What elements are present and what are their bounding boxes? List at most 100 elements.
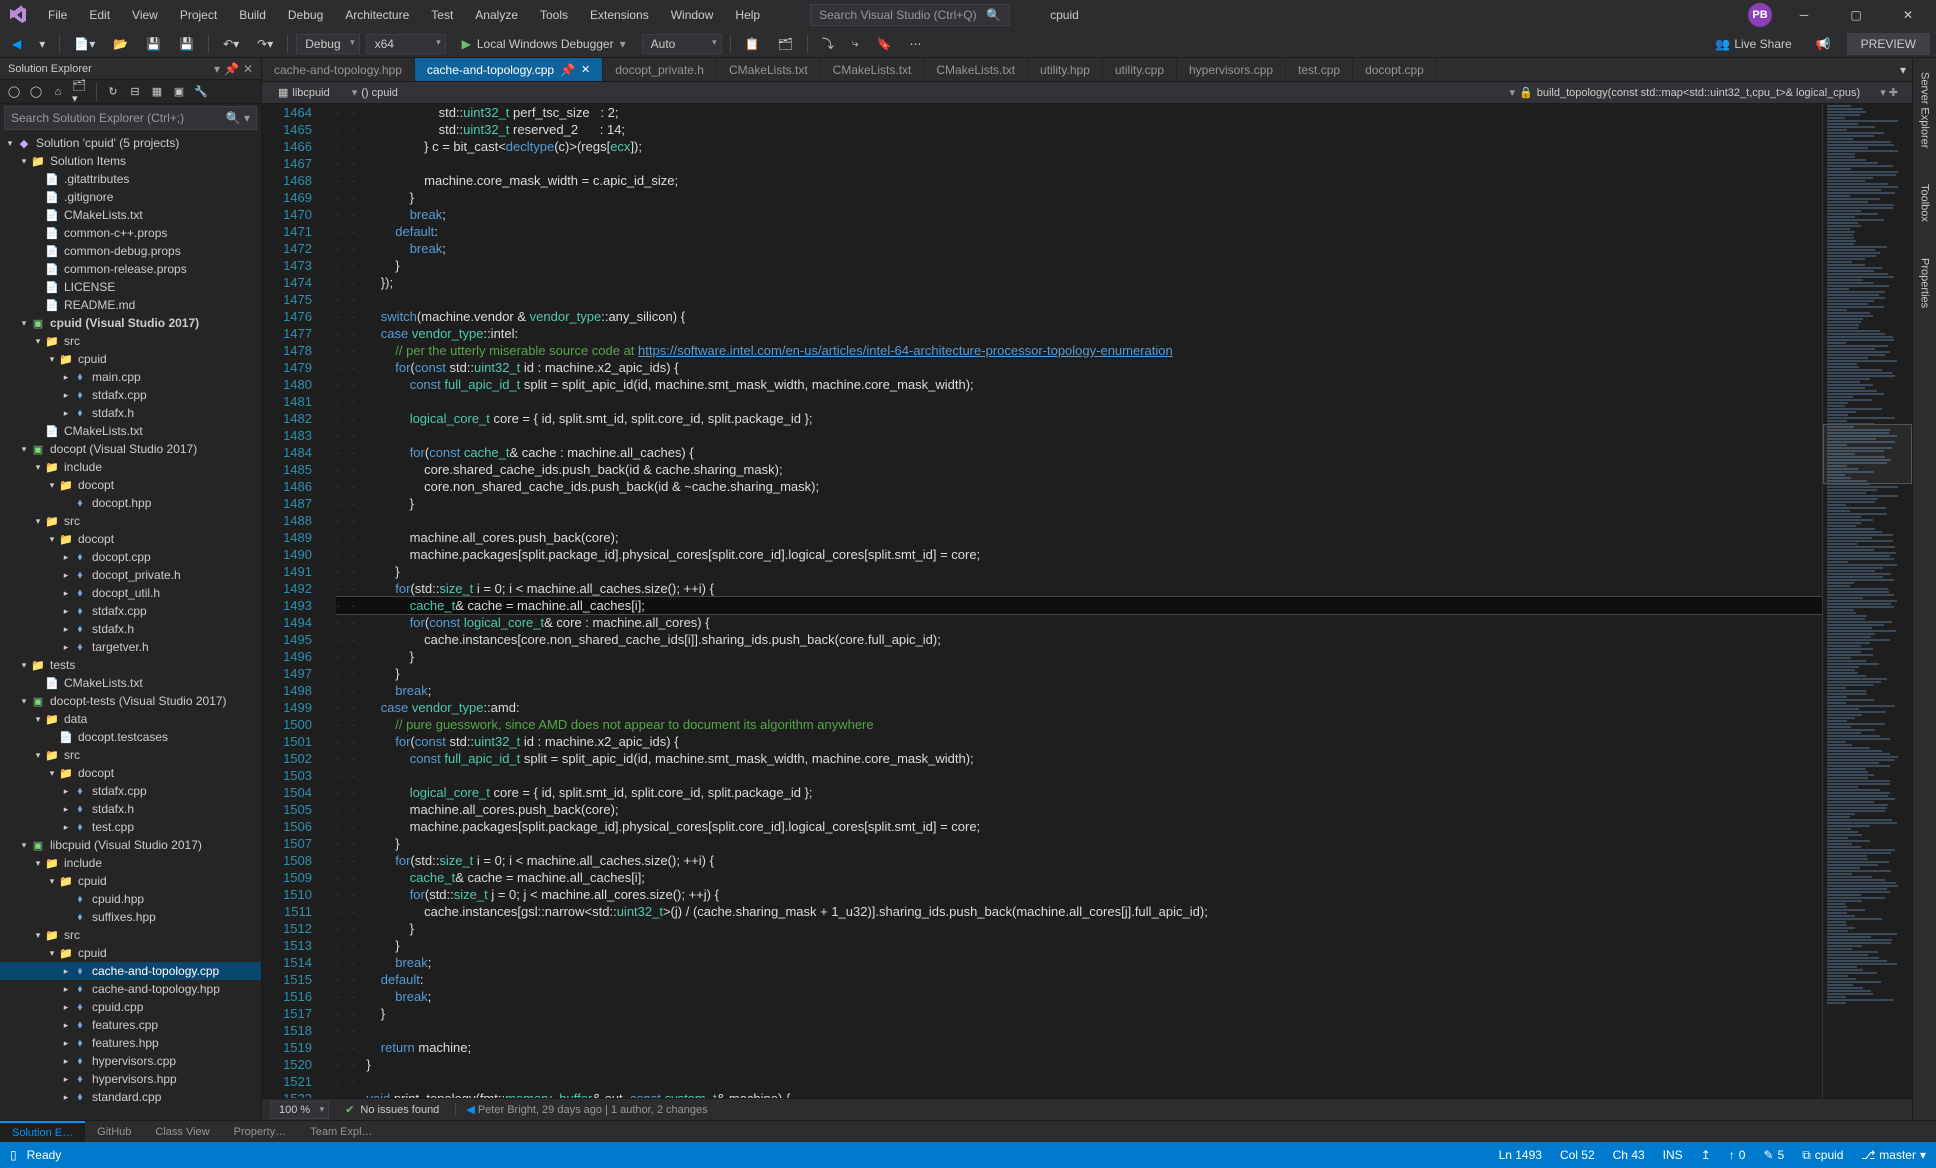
expand-icon[interactable]: ▾ (32, 462, 44, 473)
open-button[interactable]: 📂 (107, 35, 134, 53)
tree-item[interactable]: 📄common-release.props (0, 260, 261, 278)
tree-item[interactable]: ▾📁src (0, 926, 261, 944)
tree-item[interactable]: ▸⬧stdafx.cpp (0, 782, 261, 800)
status-pending[interactable]: ✎ 5 (1763, 1148, 1784, 1162)
expand-icon[interactable]: ▸ (60, 588, 72, 599)
tree-item[interactable]: ▾📁include (0, 458, 261, 476)
breadcrumb-scope[interactable]: ▾ () cpuid (344, 86, 406, 99)
status-ch[interactable]: Ch 43 (1613, 1148, 1645, 1162)
git-blame-info[interactable]: ◀ Peter Bright, 29 days ago | 1 author, … (455, 1103, 707, 1116)
debug-target-dropdown[interactable]: Auto (642, 34, 722, 54)
new-project-button[interactable]: 📄▾ (68, 35, 101, 53)
status-repo[interactable]: ⧉ cpuid (1802, 1148, 1843, 1163)
tree-item[interactable]: ▸⬧standard.cpp (0, 1088, 261, 1106)
tree-item[interactable]: ▾📁include (0, 854, 261, 872)
editor-tab[interactable]: docopt_private.h (603, 58, 717, 81)
tree-item[interactable]: ▸⬧docopt.cpp (0, 548, 261, 566)
expand-icon[interactable]: ▾ (46, 354, 58, 365)
tree-item[interactable]: 📄.gitignore (0, 188, 261, 206)
tree-item[interactable]: ▸⬧hypervisors.cpp (0, 1052, 261, 1070)
bottom-tab[interactable]: Class View (143, 1121, 221, 1142)
expand-icon[interactable]: ▾ (32, 750, 44, 761)
editor-tab[interactable]: hypervisors.cpp (1177, 58, 1286, 81)
tree-item[interactable]: ▸⬧stdafx.h (0, 620, 261, 638)
tb-icon-2[interactable]: 🗂 (772, 35, 799, 53)
tree-item[interactable]: 📄CMakeLists.txt (0, 206, 261, 224)
expand-icon[interactable]: ▾ (18, 444, 30, 455)
dock-tab-properties[interactable]: Properties (1917, 250, 1933, 316)
zoom-dropdown[interactable]: 100 % (270, 1101, 329, 1119)
tree-item[interactable]: ▸⬧docopt_util.h (0, 584, 261, 602)
expand-icon[interactable]: ▸ (60, 966, 72, 977)
issues-indicator[interactable]: ✔ No issues found (345, 1103, 439, 1116)
minimize-button[interactable]: ─ (1784, 1, 1824, 29)
status-ins[interactable]: INS (1663, 1148, 1683, 1162)
menu-edit[interactable]: Edit (79, 4, 120, 26)
tree-item[interactable]: ▾▣docopt-tests (Visual Studio 2017) (0, 692, 261, 710)
config-dropdown[interactable]: Debug (296, 34, 359, 54)
tree-item[interactable]: ⬧cpuid.hpp (0, 890, 261, 908)
tree-item[interactable]: ▸⬧stdafx.cpp (0, 602, 261, 620)
expand-icon[interactable]: ▸ (60, 390, 72, 401)
tree-item[interactable]: 📄CMakeLists.txt (0, 674, 261, 692)
status-branch[interactable]: ⎇ master ▾ (1861, 1148, 1926, 1162)
se-collapse-icon[interactable]: ⊟ (127, 84, 143, 100)
expand-icon[interactable]: ▸ (60, 1038, 72, 1049)
tree-item[interactable]: 📄.gitattributes (0, 170, 261, 188)
editor-tab[interactable]: CMakeLists.txt (924, 58, 1028, 81)
bottom-tab[interactable]: Solution E… (0, 1121, 85, 1142)
tree-item[interactable]: ▾📁docopt (0, 764, 261, 782)
line-gutter[interactable]: 1464146514661467146814691470147114721473… (262, 104, 322, 1098)
tree-item[interactable]: ▸⬧features.cpp (0, 1016, 261, 1034)
expand-icon[interactable]: ▾ (18, 840, 30, 851)
expand-icon[interactable]: ▸ (60, 408, 72, 419)
expand-icon[interactable]: ▸ (60, 822, 72, 833)
tree-item[interactable]: ⬧docopt.hpp (0, 494, 261, 512)
menu-test[interactable]: Test (421, 4, 463, 26)
tree-item[interactable]: 📄common-c++.props (0, 224, 261, 242)
expand-icon[interactable]: ▾ (18, 156, 30, 167)
tree-item[interactable]: ▸⬧stdafx.h (0, 800, 261, 818)
menu-project[interactable]: Project (170, 4, 227, 26)
bottom-tab[interactable]: GitHub (85, 1121, 143, 1142)
expand-icon[interactable]: ▾ (46, 480, 58, 491)
tree-item[interactable]: ▾📁data (0, 710, 261, 728)
expand-icon[interactable]: ▸ (60, 1056, 72, 1067)
preview-badge[interactable]: PREVIEW (1847, 33, 1930, 55)
start-debug-button[interactable]: ▶ Local Windows Debugger ▾ (452, 35, 636, 53)
tree-item[interactable]: ▸⬧main.cpp (0, 368, 261, 386)
status-col[interactable]: Col 52 (1560, 1148, 1595, 1162)
expand-icon[interactable]: ▸ (60, 1074, 72, 1085)
tree-item[interactable]: ▾▣libcpuid (Visual Studio 2017) (0, 836, 261, 854)
breadcrumb-function[interactable]: ▾ 🔒 build_topology(const std::map<std::u… (1501, 86, 1868, 99)
editor-tab[interactable]: utility.hpp (1028, 58, 1103, 81)
tree-item[interactable]: 📄CMakeLists.txt (0, 422, 261, 440)
expand-icon[interactable]: ▾ (32, 714, 44, 725)
tree-item[interactable]: ▾📁src (0, 746, 261, 764)
editor-tab[interactable]: cache-and-topology.hpp (262, 58, 415, 81)
expand-icon[interactable]: ▸ (60, 1002, 72, 1013)
expand-icon[interactable]: ▸ (60, 786, 72, 797)
expand-icon[interactable]: ▾ (32, 336, 44, 347)
tree-item[interactable]: ▸⬧stdafx.h (0, 404, 261, 422)
tree-item[interactable]: ▾📁cpuid (0, 350, 261, 368)
tree-item[interactable]: ▸⬧cache-and-topology.hpp (0, 980, 261, 998)
code-editor[interactable]: · · std::uint32_t perf_tsc_size : 2;· · … (336, 104, 1822, 1098)
expand-icon[interactable]: ▸ (60, 1020, 72, 1031)
maximize-button[interactable]: ▢ (1836, 1, 1876, 29)
tree-item[interactable]: ▸⬧docopt_private.h (0, 566, 261, 584)
se-showall-icon[interactable]: ▦ (149, 84, 165, 100)
tree-item[interactable]: ▸⬧features.hpp (0, 1034, 261, 1052)
expand-icon[interactable]: ▸ (60, 552, 72, 563)
menu-analyze[interactable]: Analyze (465, 4, 528, 26)
save-button[interactable]: 💾 (140, 35, 167, 53)
platform-dropdown[interactable]: x64 (366, 34, 446, 54)
step-over-icon[interactable]: ⤵ (816, 33, 840, 54)
tree-item[interactable]: ▸⬧targetver.h (0, 638, 261, 656)
solution-tree[interactable]: ▾◆Solution 'cpuid' (5 projects)▾📁Solutio… (0, 132, 261, 1120)
menu-help[interactable]: Help (725, 4, 770, 26)
user-avatar[interactable]: PB (1748, 3, 1772, 27)
se-back-icon[interactable]: ◯ (6, 84, 22, 100)
expand-icon[interactable]: ▸ (60, 804, 72, 815)
editor-tab[interactable]: test.cpp (1286, 58, 1353, 81)
